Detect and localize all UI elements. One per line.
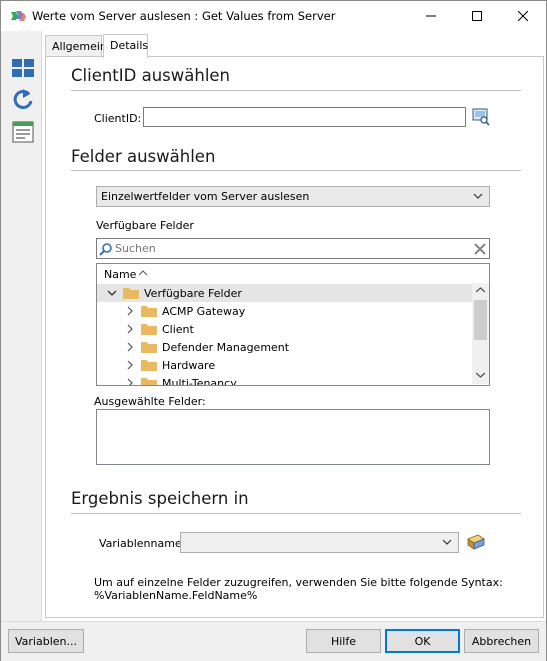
layout-grid-icon[interactable] (11, 57, 35, 81)
refresh-icon[interactable] (11, 88, 35, 112)
tree-row[interactable]: Verfügbare Felder (97, 284, 472, 302)
minimize-icon (426, 15, 436, 17)
available-fields-tree[interactable]: Name Verfügbare Felder ACMP Gateway Clie… (96, 263, 490, 386)
title-bar[interactable]: Werte vom Server auslesen : Get Values f… (1, 1, 546, 31)
maximize-icon (472, 11, 482, 21)
section-divider (71, 513, 521, 514)
fields-search-box (96, 238, 490, 259)
app-icon (11, 11, 26, 21)
variables-button[interactable]: Variablen... (8, 629, 84, 653)
dialog-window: Werte vom Server auslesen : Get Values f… (0, 0, 547, 661)
selected-fields-label: Ausgewählte Felder: (94, 395, 206, 408)
close-button[interactable] (500, 1, 546, 31)
tree-row[interactable]: Client (97, 320, 472, 338)
dialog-footer: Variablen... Hilfe OK Abbrechen (1, 621, 546, 661)
chevron-down-icon (473, 193, 483, 199)
tree-row[interactable]: Hardware (97, 356, 472, 374)
sort-up-icon (139, 270, 147, 276)
clientid-section-title: ClientID auswählen (71, 66, 231, 85)
column-header-name[interactable]: Name (104, 268, 136, 281)
chevron-down-icon[interactable] (107, 287, 117, 299)
tree-row-label: Client (162, 323, 194, 336)
variable-name-label: Variablenname: (99, 537, 186, 550)
tree-row[interactable]: ACMP Gateway (97, 302, 472, 320)
ok-button[interactable]: OK (385, 629, 460, 653)
field-mode-value: Einzelwertfelder vom Server auslesen (101, 190, 310, 203)
folder-icon (141, 324, 157, 335)
maximize-button[interactable] (454, 1, 500, 31)
field-mode-dropdown[interactable]: Einzelwertfelder vom Server auslesen (96, 186, 490, 207)
computer-search-icon (472, 108, 490, 126)
tree-row[interactable]: Defender Management (97, 338, 472, 356)
tab-allgemein[interactable]: Allgemein (45, 35, 107, 57)
available-fields-label: Verfügbare Felder (96, 219, 194, 232)
details-panel: ClientID auswählen ClientID: Felder ausw… (45, 56, 544, 618)
syntax-hint-line2: %VariablenName.FeldName% (94, 589, 258, 602)
tree-row-label: ACMP Gateway (162, 305, 246, 318)
folder-icon (141, 360, 157, 371)
scroll-up-icon[interactable] (476, 287, 485, 293)
tree-row[interactable]: Multi-Tenancy (97, 374, 472, 386)
variable-picker-button[interactable] (465, 531, 487, 553)
tree-row-label: Multi-Tenancy (162, 377, 237, 386)
tab-details[interactable]: Details (103, 34, 148, 58)
search-icon (99, 243, 112, 256)
help-button[interactable]: Hilfe (306, 629, 381, 653)
tree-header[interactable]: Name (97, 264, 489, 283)
section-divider (71, 170, 521, 171)
cancel-button[interactable]: Abbrechen (464, 629, 539, 653)
close-icon (518, 11, 528, 21)
tree-row-label: Verfügbare Felder (144, 287, 242, 300)
tree-row-label: Hardware (162, 359, 216, 372)
left-toolbar (1, 31, 42, 621)
chevron-right-icon[interactable] (125, 377, 135, 386)
clientid-browse-button[interactable] (470, 106, 492, 128)
clientid-input[interactable] (143, 107, 466, 127)
syntax-hint-line1: Um auf einzelne Felder zuzugreifen, verw… (94, 576, 503, 589)
result-section-title: Ergebnis speichern in (71, 489, 249, 508)
minimize-button[interactable] (408, 1, 454, 31)
chevron-right-icon[interactable] (125, 323, 135, 335)
tree-row-label: Defender Management (162, 341, 290, 354)
chevron-right-icon[interactable] (125, 359, 135, 371)
selected-fields-list[interactable] (96, 409, 490, 465)
folder-icon (141, 342, 157, 353)
chevron-right-icon[interactable] (125, 341, 135, 353)
folder-icon (141, 378, 157, 385)
scroll-down-icon[interactable] (476, 372, 485, 378)
scroll-thumb[interactable] (474, 300, 487, 340)
list-doc-icon[interactable] (11, 120, 35, 144)
chevron-right-icon[interactable] (125, 305, 135, 317)
clientid-label: ClientID: (94, 112, 142, 125)
chevron-down-icon (442, 539, 452, 545)
search-input[interactable] (115, 241, 465, 256)
tree-scrollbar[interactable] (472, 283, 489, 384)
clear-search-icon[interactable] (474, 243, 486, 255)
folder-icon (141, 306, 157, 317)
variable-name-dropdown[interactable] (180, 532, 459, 553)
variable-icon (467, 534, 485, 550)
folder-icon (123, 288, 139, 299)
section-divider (71, 90, 521, 91)
fields-section-title: Felder auswählen (71, 147, 216, 166)
window-title: Werte vom Server auslesen : Get Values f… (32, 9, 336, 23)
